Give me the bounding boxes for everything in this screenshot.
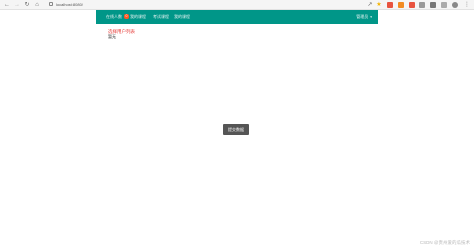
app-navbar: 在线人数 0 我的课程 考试课程 我的课程 管理员 ▾ xyxy=(96,10,378,24)
nav-item-courses[interactable]: 我的课程 xyxy=(174,10,190,24)
extension-icon[interactable] xyxy=(441,2,447,8)
nav-item-exam-courses[interactable]: 考试课程 xyxy=(153,10,169,24)
profile-avatar[interactable] xyxy=(452,2,458,8)
browser-toolbar: ← → ↻ ⌂ localhost:8080/ ↗ ★ ⋮ xyxy=(0,0,474,10)
bookmark-star-icon[interactable]: ★ xyxy=(375,1,383,9)
online-count-badge: 0 xyxy=(124,14,129,19)
watermark: CSDN @贵州爱的瓜技术 xyxy=(419,240,470,245)
submit-button[interactable]: 提交数据 xyxy=(223,124,249,135)
reload-icon[interactable]: ↻ xyxy=(23,1,31,9)
back-icon[interactable]: ← xyxy=(3,1,11,9)
extension-icon[interactable] xyxy=(409,2,415,8)
extension-icon[interactable] xyxy=(398,2,404,8)
chevron-down-icon: ▾ xyxy=(370,15,372,19)
nav-item-label: 我的课程 xyxy=(130,14,146,19)
forward-icon[interactable]: → xyxy=(13,1,21,9)
nav-item-online-users[interactable]: 在线人数 0 xyxy=(106,10,129,24)
address-bar[interactable]: localhost:8080/ xyxy=(46,1,372,8)
share-icon[interactable]: ↗ xyxy=(366,1,374,9)
extension-icon[interactable] xyxy=(387,2,393,8)
menu-icon[interactable]: ⋮ xyxy=(463,1,471,9)
nav-item-my-courses[interactable]: 我的课程 xyxy=(130,10,146,24)
nav-item-label: 我的课程 xyxy=(174,14,190,19)
user-menu[interactable]: 管理员 ▾ xyxy=(356,10,372,24)
home-icon[interactable]: ⌂ xyxy=(33,1,41,9)
address-text: localhost:8080/ xyxy=(56,2,83,7)
user-name: 管理员 xyxy=(356,14,369,19)
extension-icon[interactable] xyxy=(419,2,425,8)
info-icon[interactable] xyxy=(49,2,53,6)
nav-item-label: 在线人数 xyxy=(106,14,122,19)
empty-text: 暂无 xyxy=(108,34,116,39)
nav-item-label: 考试课程 xyxy=(153,14,169,19)
extension-icon[interactable] xyxy=(430,2,436,8)
